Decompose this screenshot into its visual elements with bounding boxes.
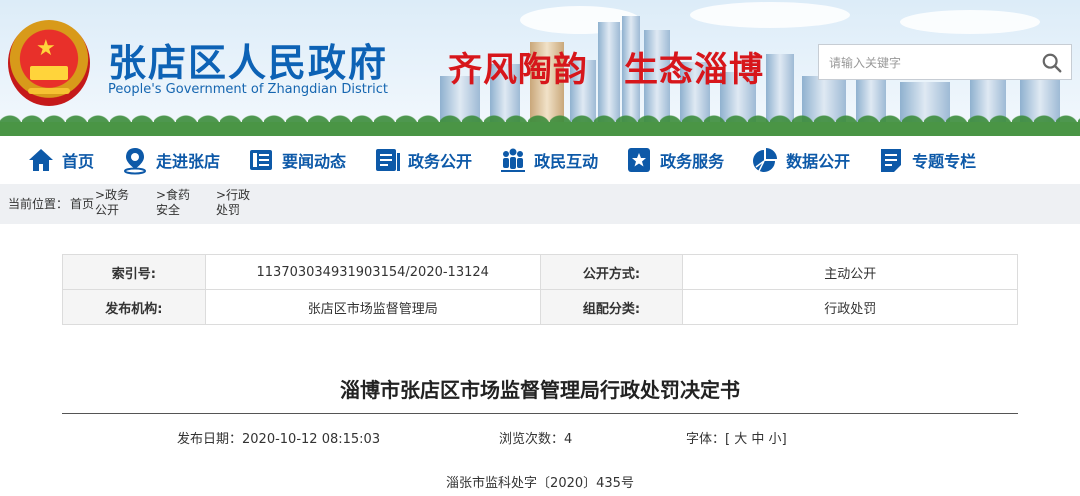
nav-item-topics[interactable]: 专题专栏	[876, 136, 976, 184]
publisher-label: 发布机构:	[62, 289, 206, 325]
nav-item-interaction[interactable]: 政民互动	[498, 136, 598, 184]
breadcrumb: 当前位置： 首页 >政务公开 >食药安全 >行政处罚	[0, 184, 1080, 224]
topic-icon	[881, 149, 902, 172]
nav-item-home[interactable]: 首页	[26, 136, 94, 184]
nav-label: 首页	[62, 152, 95, 171]
breadcrumb-prefix: 当前位置：	[8, 197, 69, 211]
nav-item-services[interactable]: 政务服务	[624, 136, 724, 184]
site-header: ★ 张店区人民政府 People's Government of Zhangdi…	[0, 0, 1080, 136]
article-title: 淄博市张店区市场监督管理局行政处罚决定书	[340, 378, 740, 402]
title-divider	[62, 413, 1018, 414]
font-bracket-close: ]	[781, 432, 787, 447]
publish-date-value: 2020-10-12 08:15:03	[242, 432, 381, 447]
search-box	[818, 44, 1072, 80]
home-icon	[29, 149, 53, 171]
nav-item-open-data[interactable]: 数据公开	[750, 136, 850, 184]
font-small-button[interactable]: 小	[769, 432, 782, 447]
breadcrumb-item[interactable]: >政务公开	[95, 188, 139, 218]
font-medium-button[interactable]: 中	[751, 432, 764, 447]
font-size-label: 字体：	[686, 432, 726, 447]
publish-date: 发布日期：2020-10-12 08:15:03	[177, 428, 380, 447]
national-emblem-logo: ★	[8, 20, 90, 106]
breadcrumb-item[interactable]: >食药安全	[156, 188, 200, 218]
publish-date-label: 发布日期：	[177, 432, 243, 447]
index-no-label: 索引号:	[62, 254, 206, 290]
nav-item-news[interactable]: 要闻动态	[246, 136, 346, 184]
document-number: 淄张市监科处字〔2020〕435号	[446, 476, 634, 491]
table-row: 索引号: 113703034931903154/2020-13124 公开方式:…	[62, 254, 1018, 290]
pie-chart-icon	[753, 148, 778, 172]
location-pin-icon	[124, 148, 147, 175]
table-row: 发布机构: 张店区市场监督管理局 组配分类: 行政处罚	[62, 289, 1018, 325]
nav-item-about[interactable]: 走进张店	[120, 136, 220, 184]
publisher-value: 张店区市场监督管理局	[204, 289, 541, 325]
font-bracket-open: [	[725, 432, 731, 447]
nav-label: 走进张店	[156, 152, 221, 171]
slogan-right: 生态淄博	[624, 50, 764, 90]
breadcrumb-home[interactable]: 首页	[70, 197, 94, 212]
nav-label: 专题专栏	[912, 152, 977, 171]
document-meta-table: 索引号: 113703034931903154/2020-13124 公开方式:…	[62, 254, 1018, 325]
view-count: 浏览次数：4	[499, 428, 572, 447]
font-size-control: 字体：[ 大 中 小]	[686, 428, 787, 447]
category-value: 行政处罚	[682, 289, 1018, 325]
public-mode-label: 公开方式:	[539, 254, 684, 290]
search-icon[interactable]	[1041, 52, 1063, 74]
news-icon	[250, 150, 273, 170]
view-count-label: 浏览次数：	[499, 432, 565, 447]
nav-item-gov-info[interactable]: 政务公开	[372, 136, 472, 184]
view-count-value: 4	[564, 432, 573, 447]
breadcrumb-item[interactable]: >行政处罚	[216, 188, 260, 218]
people-icon	[501, 148, 526, 172]
site-subtitle: People's Government of Zhangdian Distric…	[108, 82, 389, 97]
nav-label: 数据公开	[786, 152, 851, 171]
nav-label: 要闻动态	[282, 152, 347, 171]
search-input[interactable]	[829, 54, 1029, 72]
font-large-button[interactable]: 大	[734, 432, 747, 447]
main-nav: 首页 走进张店 要闻动态 政务公开 政民互动 政务服务 数据公开 专题专栏	[0, 136, 1080, 184]
slogan: 齐风陶韵 生态淄博	[448, 42, 764, 91]
document-icon	[376, 149, 401, 171]
slogan-left: 齐风陶韵	[448, 50, 588, 90]
public-mode-value: 主动公开	[682, 254, 1018, 290]
category-label: 组配分类:	[539, 289, 684, 325]
index-no-value: 113703034931903154/2020-13124	[204, 254, 541, 290]
nav-label: 政民互动	[534, 152, 599, 171]
tree-line	[0, 122, 1080, 136]
article-panel: 索引号: 113703034931903154/2020-13124 公开方式:…	[8, 224, 1072, 496]
cloud	[690, 2, 850, 28]
nav-label: 政务公开	[408, 152, 473, 171]
nav-label: 政务服务	[660, 152, 725, 171]
star-service-icon	[628, 148, 651, 172]
site-title[interactable]: 张店区人民政府	[108, 32, 388, 87]
